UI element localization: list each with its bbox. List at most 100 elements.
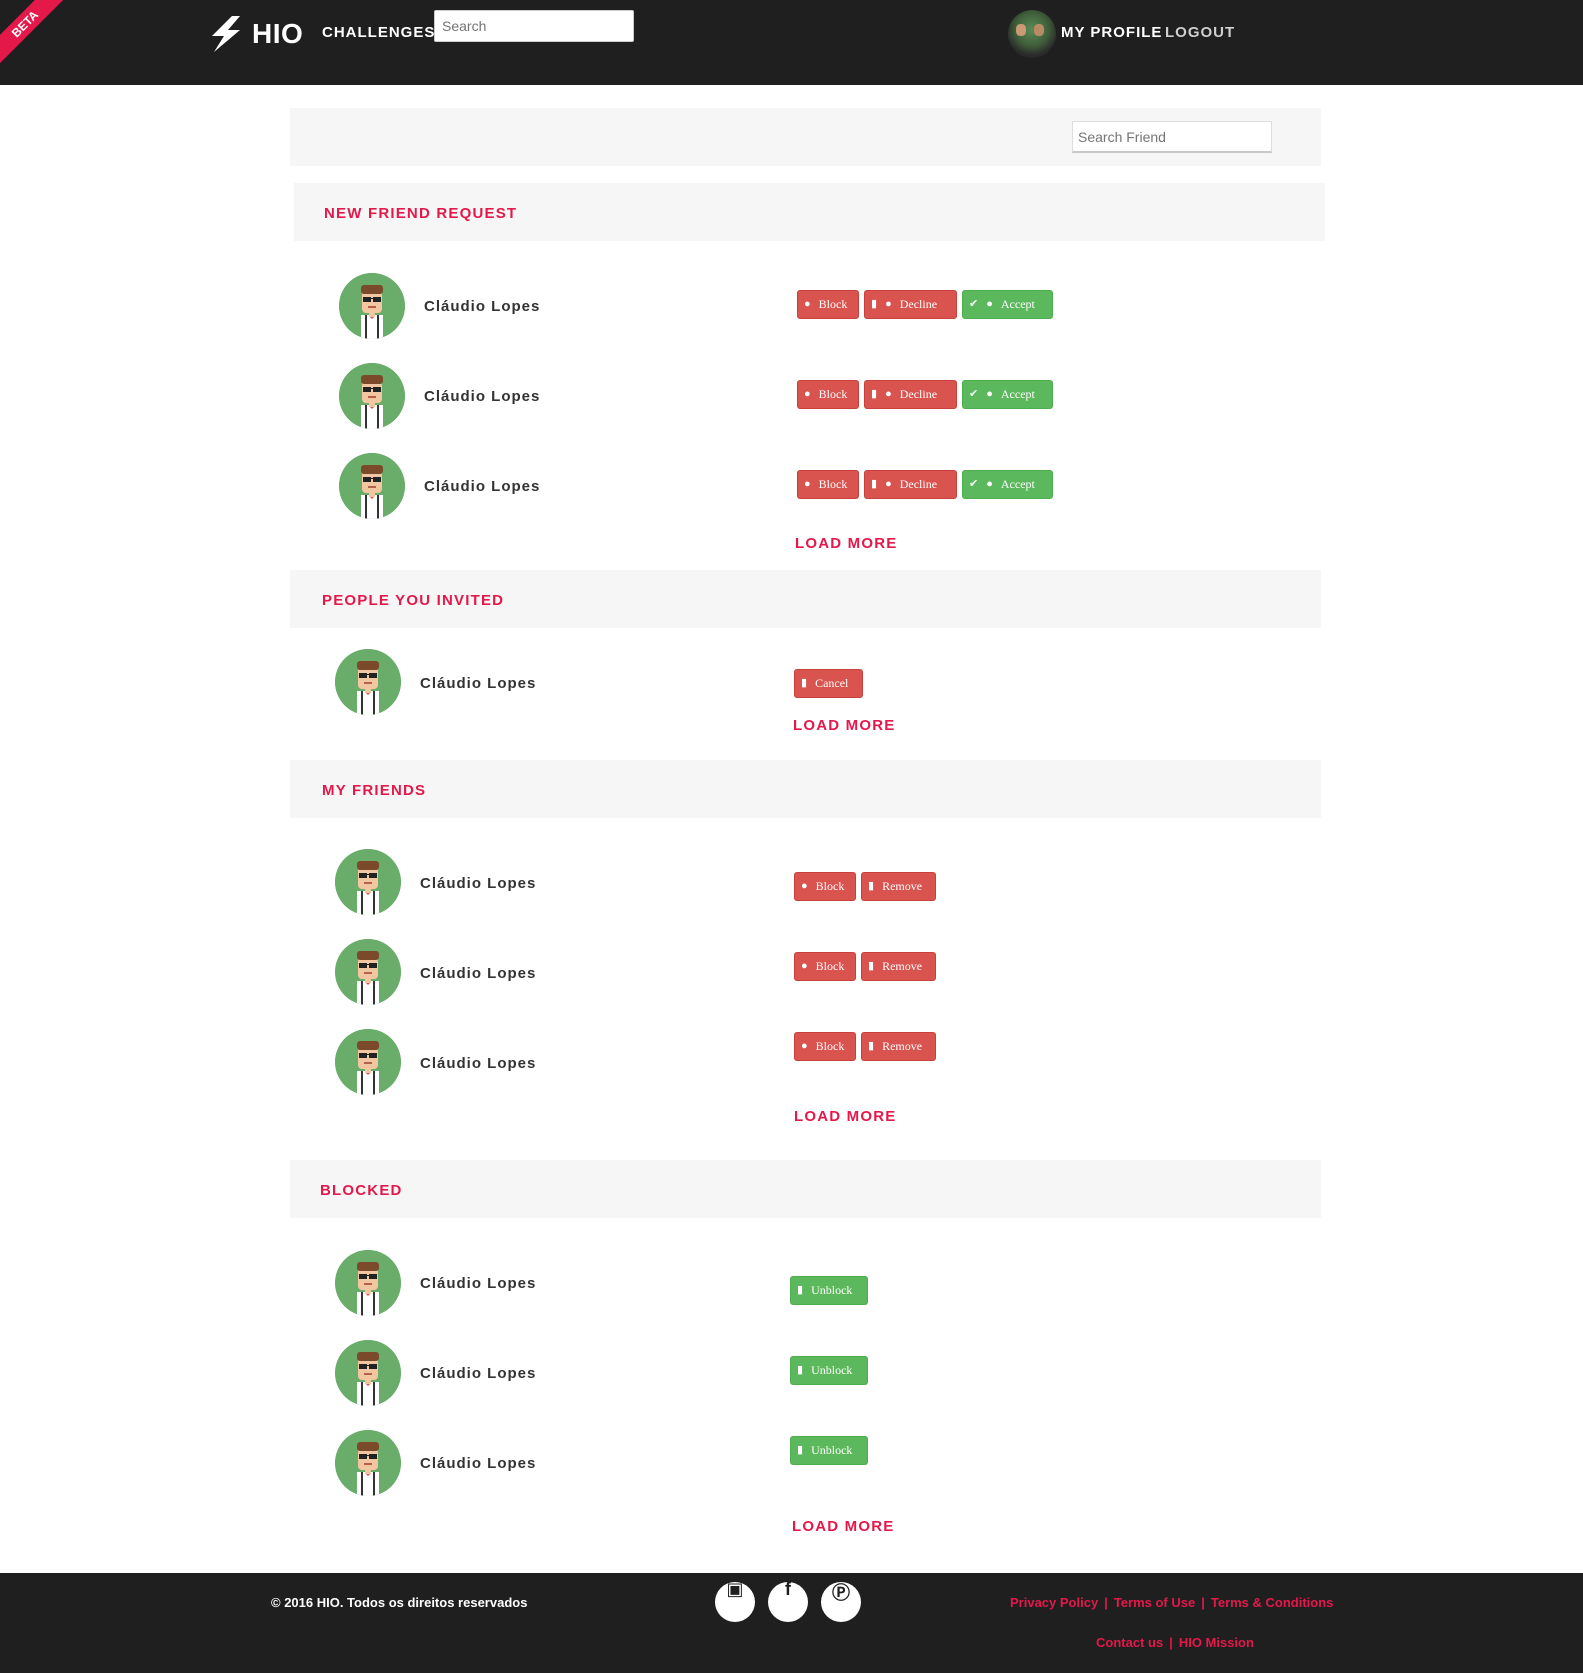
person-name[interactable]: Cláudio Lopes [424, 388, 540, 405]
avatar[interactable] [339, 363, 405, 429]
person-name[interactable]: Cláudio Lopes [420, 1275, 536, 1292]
person-name[interactable]: Cláudio Lopes [424, 478, 540, 495]
separator: | [1201, 1595, 1205, 1610]
section-header-blocked [290, 1160, 1321, 1218]
nav-challenges[interactable]: CHALLENGES [322, 24, 435, 41]
instagram-icon[interactable]: ▣ [715, 1579, 755, 1622]
profile-avatar[interactable] [1008, 10, 1056, 58]
terms-of-use-link[interactable]: Terms of Use [1114, 1595, 1195, 1610]
trash-icon: ▮ [871, 388, 878, 400]
nav-my-profile[interactable]: MY PROFILE [1061, 24, 1162, 41]
load-more-invited[interactable]: LOAD MORE [793, 717, 895, 734]
unblock-button[interactable]: ▮ Unblock [790, 1276, 868, 1305]
user-icon: ● [986, 388, 993, 400]
block-button[interactable]: ● Block [797, 470, 859, 499]
footer-links-row1: Privacy Policy | Terms of Use | Terms & Cond… [1010, 1595, 1333, 1610]
trash-icon: ▮ [871, 298, 878, 310]
unblock-button[interactable]: ▮ Unblock [790, 1436, 868, 1465]
avatar[interactable] [335, 939, 401, 1005]
button-label: Accept [1000, 387, 1035, 401]
trash-icon: ▮ [797, 1284, 804, 1296]
section-title-invited: PEOPLE YOU INVITED [322, 592, 505, 609]
check-icon: ✔ [969, 388, 979, 400]
button-label: Remove [882, 959, 923, 973]
search-input[interactable] [434, 10, 634, 42]
load-more-friends[interactable]: LOAD MORE [794, 1108, 896, 1125]
avatar[interactable] [335, 1250, 401, 1316]
decline-button[interactable]: ▮ ● Decline [864, 470, 957, 499]
section-title-friends: MY FRIENDS [322, 782, 427, 799]
person-name[interactable]: Cláudio Lopes [420, 1055, 536, 1072]
accept-button[interactable]: ✔ ● Accept [962, 380, 1053, 409]
person-name[interactable]: Cláudio Lopes [420, 1455, 536, 1472]
person-name[interactable]: Cláudio Lopes [420, 675, 536, 692]
copyright: © 2016 HIO. Todos os direitos reservados [271, 1595, 528, 1610]
trash-icon: ▮ [801, 677, 808, 689]
button-label: Block [815, 959, 845, 973]
search-friend-input[interactable] [1072, 121, 1272, 153]
button-label: Block [815, 879, 845, 893]
button-label: Decline [899, 297, 938, 311]
button-label: Accept [1000, 297, 1035, 311]
user-icon: ● [986, 478, 993, 490]
wordpress-icon[interactable]: Ⓟ [821, 1582, 861, 1622]
button-label: Decline [899, 477, 938, 491]
avatar[interactable] [339, 273, 405, 339]
user-icon: ● [804, 478, 811, 490]
unblock-button[interactable]: ▮ Unblock [790, 1356, 868, 1385]
hio-logo[interactable]: HIO [206, 12, 303, 56]
block-button[interactable]: ● Block [794, 1032, 856, 1061]
button-label: Accept [1000, 477, 1035, 491]
logo-text: HIO [252, 18, 304, 49]
cancel-button[interactable]: ▮ Cancel [794, 669, 863, 698]
button-label: Unblock [811, 1363, 853, 1377]
user-icon: ● [804, 298, 811, 310]
person-name[interactable]: Cláudio Lopes [420, 1365, 536, 1382]
button-label: Remove [882, 1039, 923, 1053]
avatar[interactable] [335, 1340, 401, 1406]
nav-logout[interactable]: LOGOUT [1165, 24, 1235, 41]
avatar[interactable] [335, 1029, 401, 1095]
terms-conditions-link[interactable]: Terms & Conditions [1211, 1595, 1334, 1610]
button-label: Remove [882, 879, 923, 893]
avatar[interactable] [335, 1430, 401, 1496]
button-label: Block [818, 297, 848, 311]
remove-button[interactable]: ▮ Remove [861, 872, 936, 901]
user-icon: ● [885, 298, 892, 310]
privacy-policy-link[interactable]: Privacy Policy [1010, 1595, 1098, 1610]
separator: | [1104, 1595, 1108, 1610]
button-label: Block [818, 387, 848, 401]
person-name[interactable]: Cláudio Lopes [420, 875, 536, 892]
user-icon: ● [801, 880, 808, 892]
user-icon: ● [885, 478, 892, 490]
button-label: Cancel [815, 676, 849, 690]
block-button[interactable]: ● Block [794, 952, 856, 981]
avatar[interactable] [335, 849, 401, 915]
lightning-icon [212, 16, 240, 52]
check-icon: ✔ [969, 478, 979, 490]
button-label: Block [818, 477, 848, 491]
accept-button[interactable]: ✔ ● Accept [962, 470, 1053, 499]
avatar[interactable] [335, 649, 401, 715]
avatar[interactable] [339, 453, 405, 519]
remove-button[interactable]: ▮ Remove [861, 1032, 936, 1061]
hio-mission-link[interactable]: HIO Mission [1179, 1635, 1254, 1650]
block-button[interactable]: ● Block [797, 290, 859, 319]
remove-button[interactable]: ▮ Remove [861, 952, 936, 981]
block-button[interactable]: ● Block [797, 380, 859, 409]
decline-button[interactable]: ▮ ● Decline [864, 380, 957, 409]
button-label: Unblock [811, 1283, 853, 1297]
load-more-requests[interactable]: LOAD MORE [795, 535, 897, 552]
block-button[interactable]: ● Block [794, 872, 856, 901]
button-label: Unblock [811, 1443, 853, 1457]
section-title-blocked: BLOCKED [320, 1182, 403, 1199]
person-name[interactable]: Cláudio Lopes [420, 965, 536, 982]
facebook-icon[interactable]: f [768, 1579, 808, 1622]
accept-button[interactable]: ✔ ● Accept [962, 290, 1053, 319]
person-name[interactable]: Cláudio Lopes [424, 298, 540, 315]
trash-icon: ▮ [797, 1364, 804, 1376]
load-more-blocked[interactable]: LOAD MORE [792, 1518, 894, 1535]
decline-button[interactable]: ▮ ● Decline [864, 290, 957, 319]
section-header-friends [290, 760, 1321, 818]
contact-us-link[interactable]: Contact us [1096, 1635, 1163, 1650]
